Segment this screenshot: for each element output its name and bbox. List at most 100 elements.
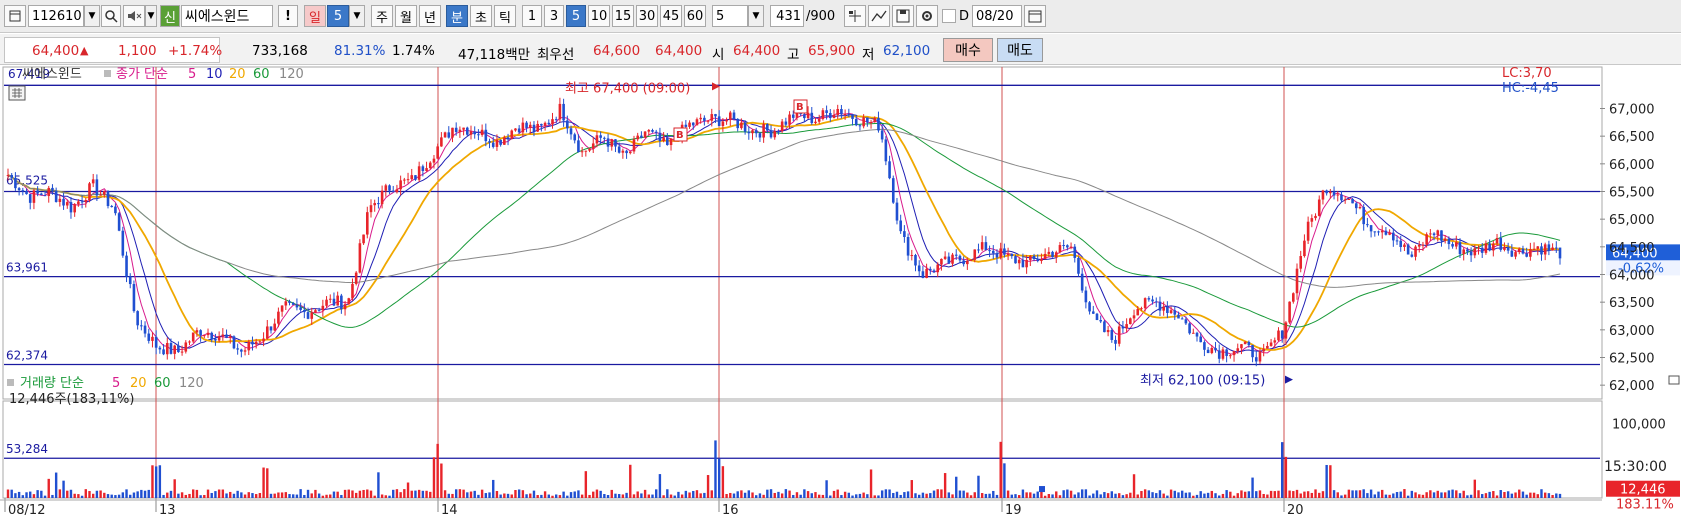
candle-body	[510, 130, 514, 139]
candle-body	[1251, 345, 1254, 358]
candle-body	[973, 249, 977, 260]
candle-body	[1332, 191, 1336, 196]
candle-body	[21, 190, 25, 192]
stock-code-input[interactable]: 112610	[28, 5, 84, 27]
candle-body	[1243, 341, 1247, 345]
volume-bar	[240, 492, 243, 498]
volume-bar	[199, 495, 202, 498]
interval-1[interactable]: 1	[522, 5, 542, 27]
period-tick-button[interactable]: 틱	[494, 5, 516, 27]
interval-5[interactable]: 5	[566, 5, 586, 27]
volume-bar	[629, 464, 632, 498]
volume-bar	[1481, 494, 1484, 498]
volume-bar	[14, 493, 17, 498]
volume-bar	[773, 492, 776, 498]
volume-bar	[980, 493, 984, 498]
settings-button[interactable]	[916, 5, 938, 27]
interval-45[interactable]: 45	[660, 5, 682, 27]
volume-bar	[492, 479, 495, 498]
volume-bar	[284, 492, 288, 498]
candle-body	[506, 137, 510, 139]
speaker-dropdown[interactable]: ▼	[145, 5, 157, 27]
volume-bar	[1173, 490, 1176, 498]
draw-tool-button[interactable]	[868, 5, 890, 27]
volume-bar	[910, 480, 913, 498]
interval-input[interactable]: 5	[712, 5, 748, 27]
volume-bar	[395, 489, 399, 498]
pane-collapse-button[interactable]	[1668, 375, 1680, 385]
interval-30[interactable]: 30	[636, 5, 658, 27]
interval-3[interactable]: 3	[544, 5, 564, 27]
candle-body	[80, 201, 84, 203]
candle-body	[1536, 246, 1540, 249]
candle-body	[269, 326, 273, 331]
count-input[interactable]: 431	[770, 5, 804, 27]
date-checkbox[interactable]	[942, 9, 956, 23]
calendar-button[interactable]	[1024, 5, 1046, 27]
volume-ratio: 81.31%	[334, 43, 386, 59]
candle-body	[262, 338, 265, 342]
period-n-input[interactable]: 5	[327, 5, 349, 27]
candle-body	[1158, 301, 1162, 311]
candle-body	[1203, 342, 1206, 350]
interval-15[interactable]: 15	[612, 5, 634, 27]
candle-body	[1225, 349, 1228, 356]
speaker-button[interactable]	[123, 5, 145, 27]
volume-bar	[1010, 494, 1013, 498]
interval-10[interactable]: 10	[588, 5, 610, 27]
candle-body	[1425, 234, 1428, 245]
candle-body	[621, 150, 625, 153]
stock-name-display[interactable]: 씨에스윈드	[181, 5, 273, 27]
candle-body	[895, 202, 899, 221]
period-week-button[interactable]: 주	[371, 5, 393, 27]
candlestick-chart[interactable]: 65,52563,96162,37453,284 최고 67,400 (09:0…	[0, 66, 1681, 519]
period-n-dropdown[interactable]: ▼	[349, 5, 365, 27]
stock-name-legend: 씨에스윈드	[22, 67, 82, 82]
period-second-button[interactable]: 초	[470, 5, 492, 27]
search-button[interactable]	[101, 5, 121, 27]
candle-body	[1229, 355, 1232, 357]
volume-bar	[432, 457, 436, 498]
candle-body	[880, 130, 884, 140]
candle-body	[1354, 203, 1358, 209]
candle-body	[1551, 247, 1554, 251]
candle-body	[380, 190, 384, 205]
volume-bar	[869, 469, 873, 498]
candle-body	[40, 193, 43, 196]
alert-button[interactable]: !	[278, 5, 298, 27]
buy-button[interactable]: 매수	[943, 38, 993, 62]
chart-toolbar: 112610 ▼ ▼ 신 씨에스윈드 ! 일 5 ▼ 주 월 년 분 초 틱 1…	[0, 0, 1681, 33]
volume-bar	[214, 491, 217, 498]
volume-bar	[66, 490, 69, 498]
volume-bar	[588, 494, 591, 498]
volume-bar	[843, 491, 847, 498]
crosshair-tool-button[interactable]	[844, 5, 866, 27]
interval-dropdown[interactable]: ▼	[748, 5, 764, 27]
stock-code-dropdown[interactable]: ▼	[84, 5, 100, 27]
volume-bar	[1525, 494, 1528, 498]
interval-60[interactable]: 60	[684, 5, 706, 27]
menu-icon[interactable]	[4, 5, 26, 27]
candle-body	[10, 175, 14, 178]
candle-body	[1173, 310, 1177, 315]
period-month-button[interactable]: 월	[395, 5, 417, 27]
period-day-button[interactable]: 일	[304, 5, 326, 27]
sell-button[interactable]: 매도	[997, 38, 1043, 62]
period-year-button[interactable]: 년	[419, 5, 441, 27]
period-minute-button[interactable]: 분	[446, 5, 468, 27]
volume-bar	[851, 495, 854, 498]
date-input[interactable]: 08/20	[972, 5, 1022, 27]
vol-level-label: 53,284	[6, 442, 48, 456]
candle-body	[103, 191, 106, 195]
volume-bar	[1195, 494, 1199, 498]
lc-value: LC:3,70	[1502, 66, 1552, 81]
candle-body	[54, 190, 58, 202]
save-button[interactable]	[892, 5, 914, 27]
volume-bar	[1003, 463, 1006, 498]
volume-bar	[347, 489, 350, 498]
volume-bar	[732, 493, 736, 498]
volume-bar	[903, 492, 906, 498]
volume-bar	[1351, 490, 1354, 498]
ma-legend-20: 20	[229, 67, 246, 82]
candle-body	[121, 230, 125, 256]
